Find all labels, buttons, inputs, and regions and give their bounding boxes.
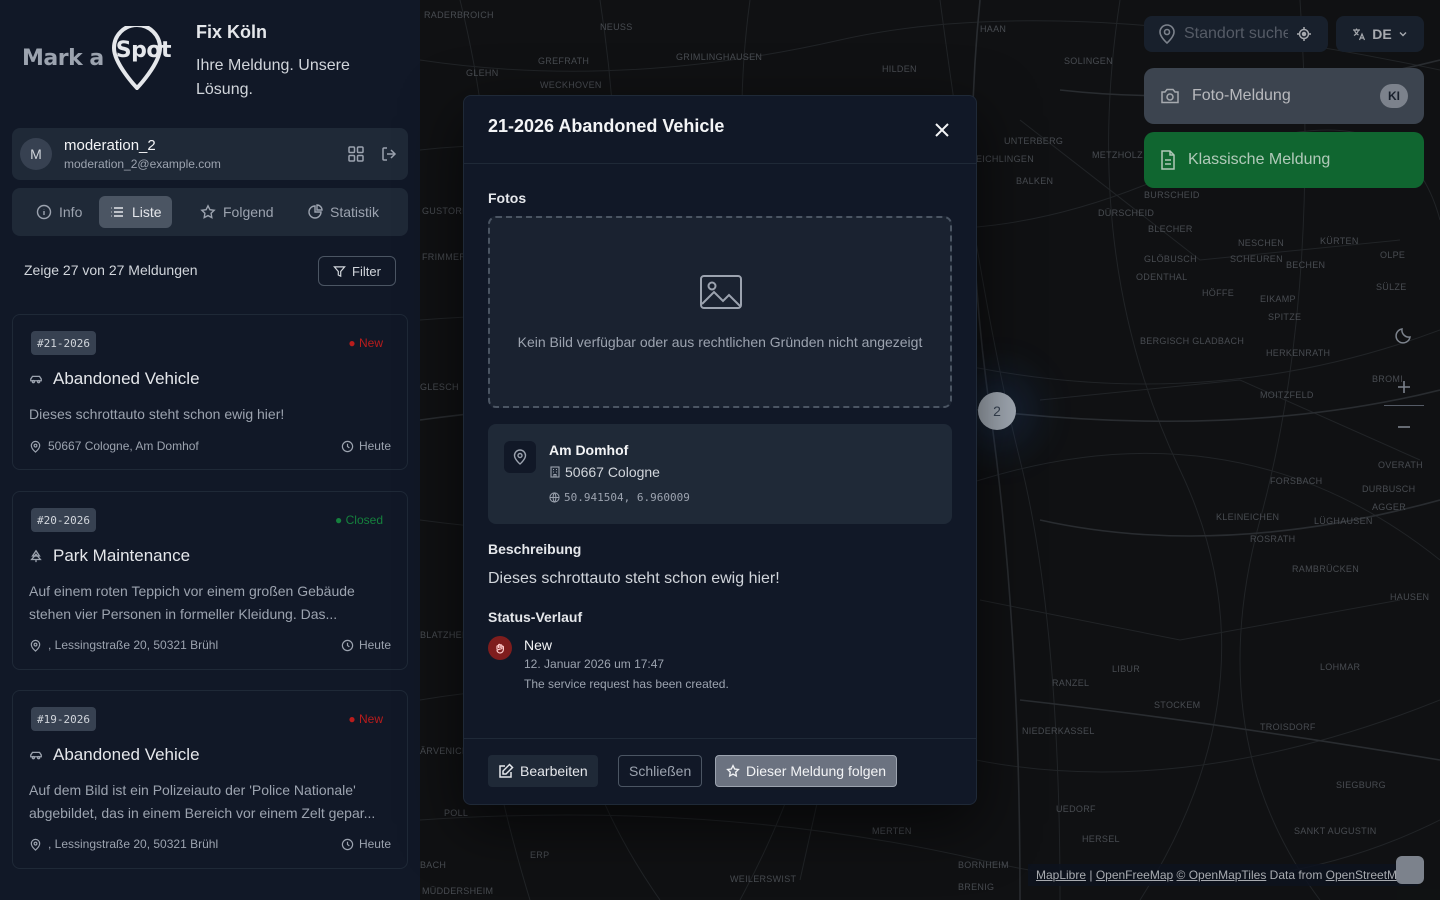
report-time: Heute	[358, 837, 391, 851]
globe-icon	[549, 492, 560, 503]
dashboard-grid-icon[interactable]	[347, 145, 365, 163]
edit-button[interactable]: Bearbeiten	[488, 755, 598, 787]
location-card: Am Domhof 50667 Cologne 50.941504, 6.960…	[488, 424, 952, 524]
follow-button-label: Dieser Meldung folgen	[746, 763, 887, 779]
report-id-badge: #20-2026	[31, 508, 96, 532]
car-icon	[30, 751, 42, 760]
location-coordinates: 50.941504, 6.960009	[564, 491, 690, 504]
tree-icon	[30, 549, 42, 563]
clock-icon	[341, 838, 354, 850]
status-history-dot	[488, 636, 512, 660]
tab-liste[interactable]: Liste	[99, 196, 172, 228]
no-image-message: Kein Bild verfügbar oder aus rechtlichen…	[517, 334, 923, 350]
photos-heading: Fotos	[488, 190, 527, 206]
user-card: M moderation_2 moderation_2@example.com	[12, 128, 408, 180]
sidebar: Mark a Spot Fix Köln Ihre Meldung. Unser…	[0, 0, 420, 900]
report-card[interactable]: #20-2026 ● Closed Park Maintenance Auf e…	[12, 491, 408, 670]
info-icon	[36, 204, 52, 220]
modal-header: 21-2026 Abandoned Vehicle	[464, 96, 976, 164]
history-note: The service request has been created.	[524, 677, 729, 691]
image-icon	[700, 275, 742, 309]
logo-text-left: Mark a	[22, 45, 104, 71]
filter-icon	[333, 265, 346, 277]
sidebar-tabs: Info Liste Folgend Statistik	[12, 188, 408, 236]
close-button-label: Schließen	[629, 763, 692, 779]
tab-folgend[interactable]: Folgend	[190, 196, 284, 228]
edit-icon	[499, 763, 514, 778]
report-time: Heute	[358, 439, 391, 453]
report-description-text: Dieses schrottauto steht schon ewig hier…	[488, 570, 780, 587]
hand-icon	[496, 643, 504, 654]
report-detail-modal: 21-2026 Abandoned Vehicle Fotos Kein Bil…	[463, 95, 977, 805]
modal-footer: Bearbeiten Schließen Dieser Meldung folg…	[464, 738, 976, 804]
report-description: Auf dem Bild ist ein Polizeiauto der 'Po…	[29, 782, 376, 821]
report-title: Park Maintenance	[53, 546, 191, 565]
star-icon	[726, 764, 740, 778]
filter-button[interactable]: Filter	[318, 256, 396, 286]
report-card[interactable]: #19-2026 ● New Abandoned Vehicle Auf dem…	[12, 690, 408, 869]
map-pin-icon	[30, 838, 41, 851]
status-history-heading: Status-Verlauf	[488, 609, 583, 625]
report-id-badge: #19-2026	[31, 707, 96, 731]
report-card[interactable]: #21-2026 ● New Abandoned Vehicle Dieses …	[12, 314, 408, 470]
user-email: moderation_2@example.com	[64, 157, 221, 171]
map-pin-icon	[30, 440, 41, 453]
history-status: New	[524, 637, 553, 653]
building-icon	[550, 466, 560, 478]
brand-logo[interactable]: Mark a Spot	[22, 23, 171, 91]
report-location: 50667 Cologne, Am Domhof	[48, 439, 199, 453]
app-title: Fix Köln	[196, 22, 267, 42]
map-pin-logo-icon: Spot	[106, 23, 172, 91]
follow-report-button[interactable]: Dieser Meldung folgen	[715, 755, 898, 787]
logo-text-right: Spot	[115, 38, 172, 63]
report-count: Zeige 27 von 27 Meldungen	[24, 262, 198, 278]
close-modal-button[interactable]	[930, 118, 954, 142]
user-name: moderation_2	[64, 137, 156, 154]
status-badge: ● New	[348, 336, 383, 350]
history-date: 12. Januar 2026 um 17:47	[524, 657, 665, 671]
location-street: Am Domhof	[549, 442, 629, 458]
tab-statistik[interactable]: Statistik	[297, 196, 389, 228]
close-icon	[935, 123, 949, 137]
star-icon	[200, 204, 216, 219]
description-heading: Beschreibung	[488, 541, 582, 557]
logout-icon[interactable]	[380, 145, 398, 163]
location-city: 50667 Cologne	[565, 464, 660, 480]
report-id-badge: #21-2026	[31, 331, 96, 355]
close-button[interactable]: Schließen	[618, 755, 703, 787]
clock-icon	[341, 639, 354, 651]
tab-label: Liste	[132, 204, 162, 220]
tab-info[interactable]: Info	[26, 196, 92, 228]
report-time: Heute	[358, 638, 391, 652]
photo-placeholder: Kein Bild verfügbar oder aus rechtlichen…	[488, 216, 952, 408]
car-icon	[30, 375, 42, 384]
report-description: Auf einem roten Teppich vor einem großen…	[29, 583, 355, 622]
tab-label: Info	[59, 204, 83, 220]
report-title: Abandoned Vehicle	[53, 745, 200, 764]
modal-title: 21-2026 Abandoned Vehicle	[488, 116, 725, 136]
report-title: Abandoned Vehicle	[53, 369, 200, 388]
report-location: , Lessingstraße 20, 50321 Brühl	[48, 638, 219, 652]
status-badge: ● Closed	[335, 513, 383, 527]
report-description: Dieses schrottauto steht schon ewig hier…	[29, 406, 285, 422]
chart-pie-icon	[308, 204, 323, 219]
avatar: M	[20, 138, 52, 170]
filter-label: Filter	[352, 263, 381, 279]
tab-label: Folgend	[223, 204, 274, 220]
list-icon	[111, 207, 123, 217]
map-pin-icon	[513, 449, 527, 465]
tab-label: Statistik	[330, 204, 380, 220]
map-pin-icon	[30, 639, 41, 652]
report-location: , Lessingstraße 20, 50321 Brühl	[48, 837, 219, 851]
status-badge: ● New	[348, 712, 383, 726]
app-tagline: Ihre Meldung. Unsere Lösung.	[196, 57, 350, 98]
clock-icon	[341, 440, 354, 452]
edit-button-label: Bearbeiten	[520, 763, 588, 779]
